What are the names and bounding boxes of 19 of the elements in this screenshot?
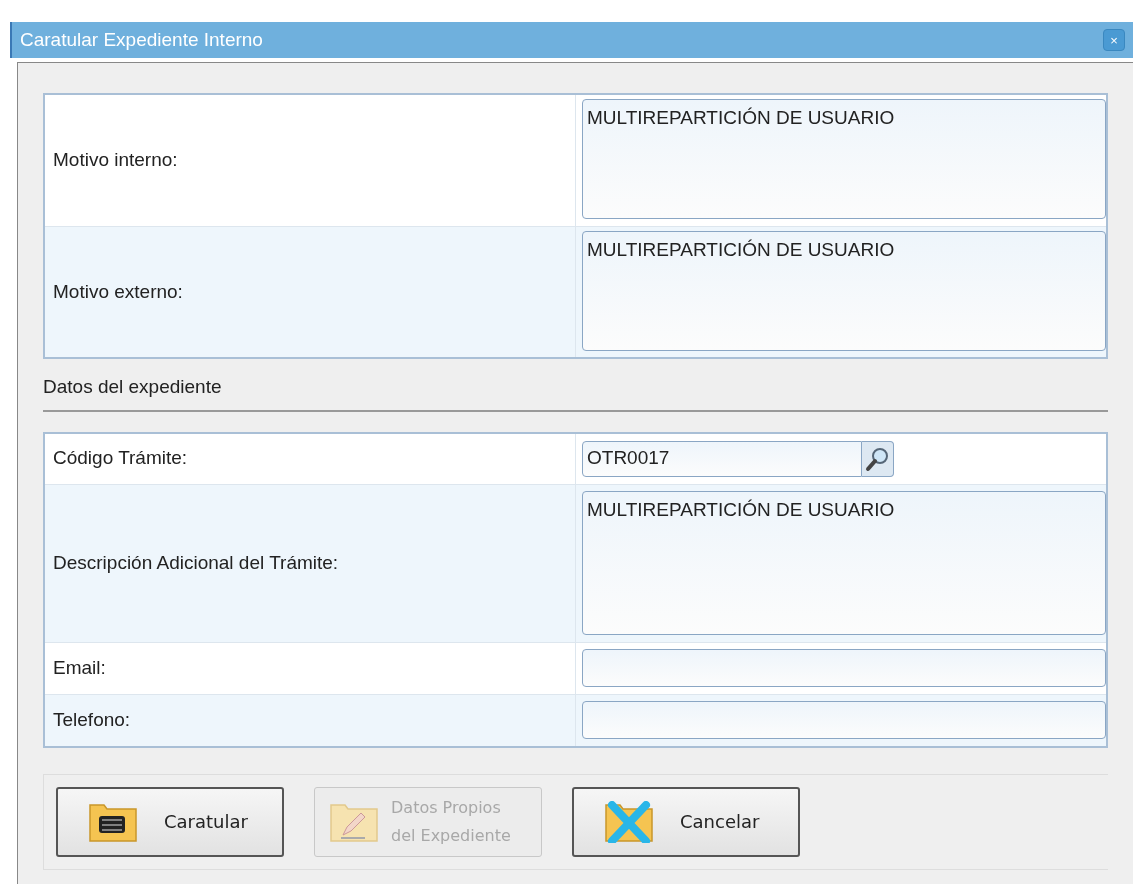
window-title: Caratular Expediente Interno	[20, 27, 263, 52]
text-area[interactable]: MULTIREPARTICIÓN DE USUARIO	[582, 231, 1106, 351]
input-field[interactable]	[582, 701, 1106, 739]
search-icon	[864, 445, 891, 472]
field-label: Descripción Adicional del Trámite:	[53, 550, 339, 575]
search-button[interactable]	[862, 440, 894, 477]
field-label: Código Trámite:	[53, 446, 188, 471]
x-folder-icon	[604, 800, 654, 843]
input-field[interactable]	[582, 649, 1106, 687]
field-label: Email:	[53, 655, 106, 680]
field-label: Motivo externo:	[53, 279, 183, 304]
action-button[interactable]: Cancelar	[572, 786, 800, 857]
search-field[interactable]: OTR0017	[582, 440, 862, 477]
text-area[interactable]: MULTIREPARTICIÓN DE USUARIO	[582, 491, 1106, 635]
field-label: Motivo interno:	[53, 148, 178, 173]
field-label: Telefono:	[53, 707, 131, 732]
action-button[interactable]: Caratular	[56, 786, 284, 857]
section-title: Datos del expediente	[43, 376, 222, 397]
text-area[interactable]: MULTIREPARTICIÓN DE USUARIO	[582, 99, 1106, 219]
